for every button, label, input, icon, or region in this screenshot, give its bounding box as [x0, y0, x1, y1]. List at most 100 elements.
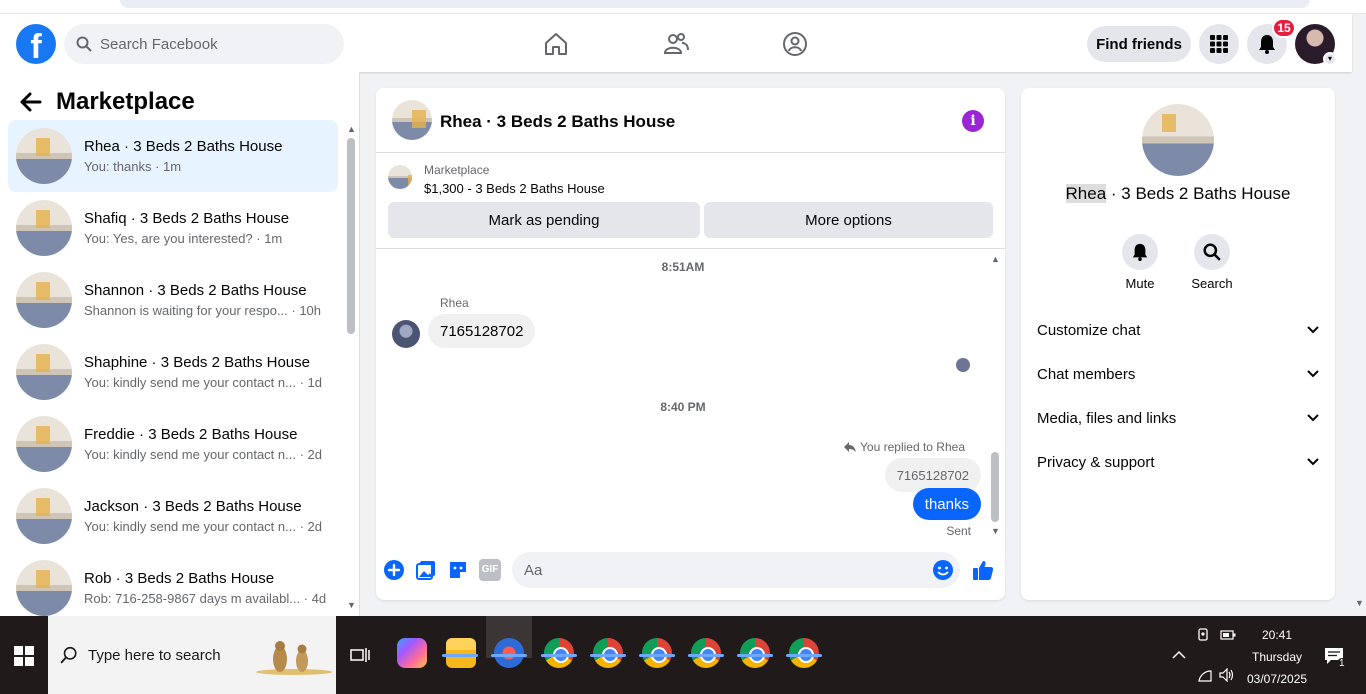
- message-input[interactable]: [512, 552, 960, 588]
- running-indicator: [491, 654, 527, 657]
- scroll-down-icon[interactable]: ▼: [347, 600, 356, 610]
- search-icon: [1203, 243, 1221, 261]
- task-view-icon[interactable]: [350, 646, 370, 664]
- message-status: Sent: [946, 524, 971, 538]
- thread-scrollbar[interactable]: ▲ ▼: [991, 254, 1000, 536]
- chrome-icon[interactable]: [691, 638, 721, 668]
- menu-grid-button[interactable]: [1199, 24, 1239, 64]
- section-label: Customize chat: [1037, 321, 1141, 339]
- photo-icon[interactable]: [415, 559, 437, 581]
- copilot-icon[interactable]: [397, 638, 427, 668]
- listing-thumbnail[interactable]: [388, 165, 412, 189]
- scroll-down-icon[interactable]: ▼: [1355, 598, 1364, 608]
- search-icon: [76, 36, 92, 52]
- marketplace-inbox: Marketplace Rhea · 3 Beds 2 Baths House Y…: [0, 72, 360, 616]
- friends-icon[interactable]: [660, 28, 692, 60]
- scrollbar-thumb[interactable]: [347, 138, 355, 334]
- chrome-icon[interactable]: [740, 638, 770, 668]
- mark-as-pending-button[interactable]: Mark as pending: [388, 202, 700, 238]
- media-files-section[interactable]: Media, files and links: [1037, 396, 1319, 440]
- conversation-item[interactable]: Freddie · 3 Beds 2 Baths House You: kindl…: [8, 408, 338, 480]
- top-navbar: f Find friends 15 ▾: [0, 14, 1352, 72]
- listing-thumbnail: [16, 488, 72, 544]
- chrome-icon[interactable]: [593, 638, 623, 668]
- search-label: Search: [1191, 276, 1233, 291]
- more-options-button[interactable]: More options: [704, 202, 993, 238]
- groups-icon[interactable]: [779, 28, 811, 60]
- incoming-message[interactable]: 7165128702: [428, 314, 536, 348]
- chevron-up-icon[interactable]: [1172, 650, 1186, 659]
- search-input[interactable]: [100, 35, 320, 53]
- conversation-title: Freddie · 3 Beds 2 Baths House: [84, 426, 298, 443]
- listing-thumbnail: [16, 344, 72, 400]
- home-icon[interactable]: [540, 28, 572, 60]
- conversation-item[interactable]: Rhea · 3 Beds 2 Baths House You: thanks ·…: [8, 120, 338, 192]
- listing-price[interactable]: $1,300 - 3 Beds 2 Baths House: [424, 181, 605, 196]
- find-friends-button[interactable]: Find friends: [1087, 26, 1191, 62]
- conversation-item[interactable]: Shannon · 3 Beds 2 Baths House Shannon is…: [8, 264, 338, 336]
- chat-header: Rhea · 3 Beds 2 Baths House i: [376, 88, 1005, 153]
- message-thread: 8:51AM Rhea 7165128702 8:40 PM You repli…: [376, 250, 1005, 542]
- app-icon[interactable]: [494, 638, 524, 668]
- emoji-icon[interactable]: [932, 559, 954, 581]
- scroll-up-icon[interactable]: ▲: [991, 254, 1000, 264]
- clock-time[interactable]: 20:41: [1262, 628, 1292, 642]
- chat-avatar[interactable]: [392, 100, 432, 140]
- wifi-icon[interactable]: [1198, 670, 1212, 682]
- notification-badge: 15: [1272, 18, 1296, 38]
- file-explorer-icon[interactable]: [446, 638, 476, 668]
- meet-now-icon[interactable]: [1197, 628, 1211, 642]
- taskbar-search[interactable]: Type here to search: [48, 616, 336, 694]
- privacy-support-section[interactable]: Privacy & support: [1037, 440, 1319, 484]
- conversation-item[interactable]: Rob · 3 Beds 2 Baths House Rob: 716-258-9…: [8, 552, 338, 624]
- listing-thumbnail[interactable]: [1142, 104, 1214, 176]
- search-icon: [60, 646, 77, 664]
- conversation-item[interactable]: Shafiq · 3 Beds 2 Baths House You: Yes, a…: [8, 192, 338, 264]
- conversation-item[interactable]: Shaphine · 3 Beds 2 Baths House You: kind…: [8, 336, 338, 408]
- scroll-up-icon[interactable]: ▲: [347, 124, 356, 134]
- clock-day[interactable]: Thursday: [1252, 650, 1302, 664]
- scrollbar-thumb[interactable]: [991, 452, 999, 522]
- conversation-preview: You: Yes, are you interested? · 1m: [84, 231, 283, 246]
- seen-avatar: [956, 358, 970, 372]
- windows-start-icon[interactable]: [14, 646, 34, 666]
- quoted-message[interactable]: 7165128702: [884, 458, 981, 492]
- reply-icon: [844, 442, 857, 452]
- clock-date[interactable]: 03/07/2025: [1247, 672, 1307, 686]
- chrome-icon[interactable]: [544, 638, 574, 668]
- search-box[interactable]: [64, 24, 344, 64]
- conversation-title: Jackson · 3 Beds 2 Baths House: [84, 498, 302, 515]
- marketplace-label: Marketplace: [424, 163, 490, 177]
- gif-icon[interactable]: GIF: [479, 559, 501, 581]
- running-indicator: [639, 654, 675, 657]
- thumbs-up-icon[interactable]: [972, 559, 994, 581]
- outgoing-message[interactable]: thanks: [912, 488, 981, 520]
- chat-members-section[interactable]: Chat members: [1037, 352, 1319, 396]
- inbox-scrollbar[interactable]: ▲ ▼: [347, 124, 356, 610]
- conversation-preview: Shannon is waiting for your respo... · 1…: [84, 303, 322, 318]
- volume-icon[interactable]: [1219, 668, 1235, 682]
- windows-taskbar: Type here to search 20:41 Thursday 03/07…: [0, 616, 1366, 694]
- chrome-icon[interactable]: [789, 638, 819, 668]
- profile-avatar[interactable]: ▾: [1295, 24, 1337, 66]
- info-icon[interactable]: i: [962, 110, 984, 132]
- page-scrollbar[interactable]: ▼: [1352, 72, 1366, 616]
- scroll-down-icon[interactable]: ▼: [991, 526, 1000, 536]
- plus-icon[interactable]: [383, 559, 405, 581]
- running-indicator: [688, 654, 724, 657]
- chevron-down-icon: [1307, 458, 1319, 466]
- chrome-icon[interactable]: [642, 638, 672, 668]
- back-arrow-icon[interactable]: [20, 92, 42, 112]
- running-indicator: [737, 654, 773, 657]
- chat-title[interactable]: Rhea · 3 Beds 2 Baths House: [440, 112, 675, 132]
- facebook-logo[interactable]: f: [16, 24, 56, 64]
- customize-chat-section[interactable]: Customize chat: [1037, 308, 1319, 352]
- meerkat-illustration-icon: [256, 641, 332, 675]
- search-chat-button[interactable]: Search: [1182, 234, 1242, 291]
- battery-icon[interactable]: [1220, 630, 1236, 640]
- sticker-icon[interactable]: [447, 559, 469, 581]
- conversation-item[interactable]: Jackson · 3 Beds 2 Baths House You: kindl…: [8, 480, 338, 552]
- mute-button[interactable]: Mute: [1110, 234, 1170, 291]
- sender-avatar[interactable]: [392, 320, 420, 348]
- address-bar[interactable]: [120, 0, 1310, 8]
